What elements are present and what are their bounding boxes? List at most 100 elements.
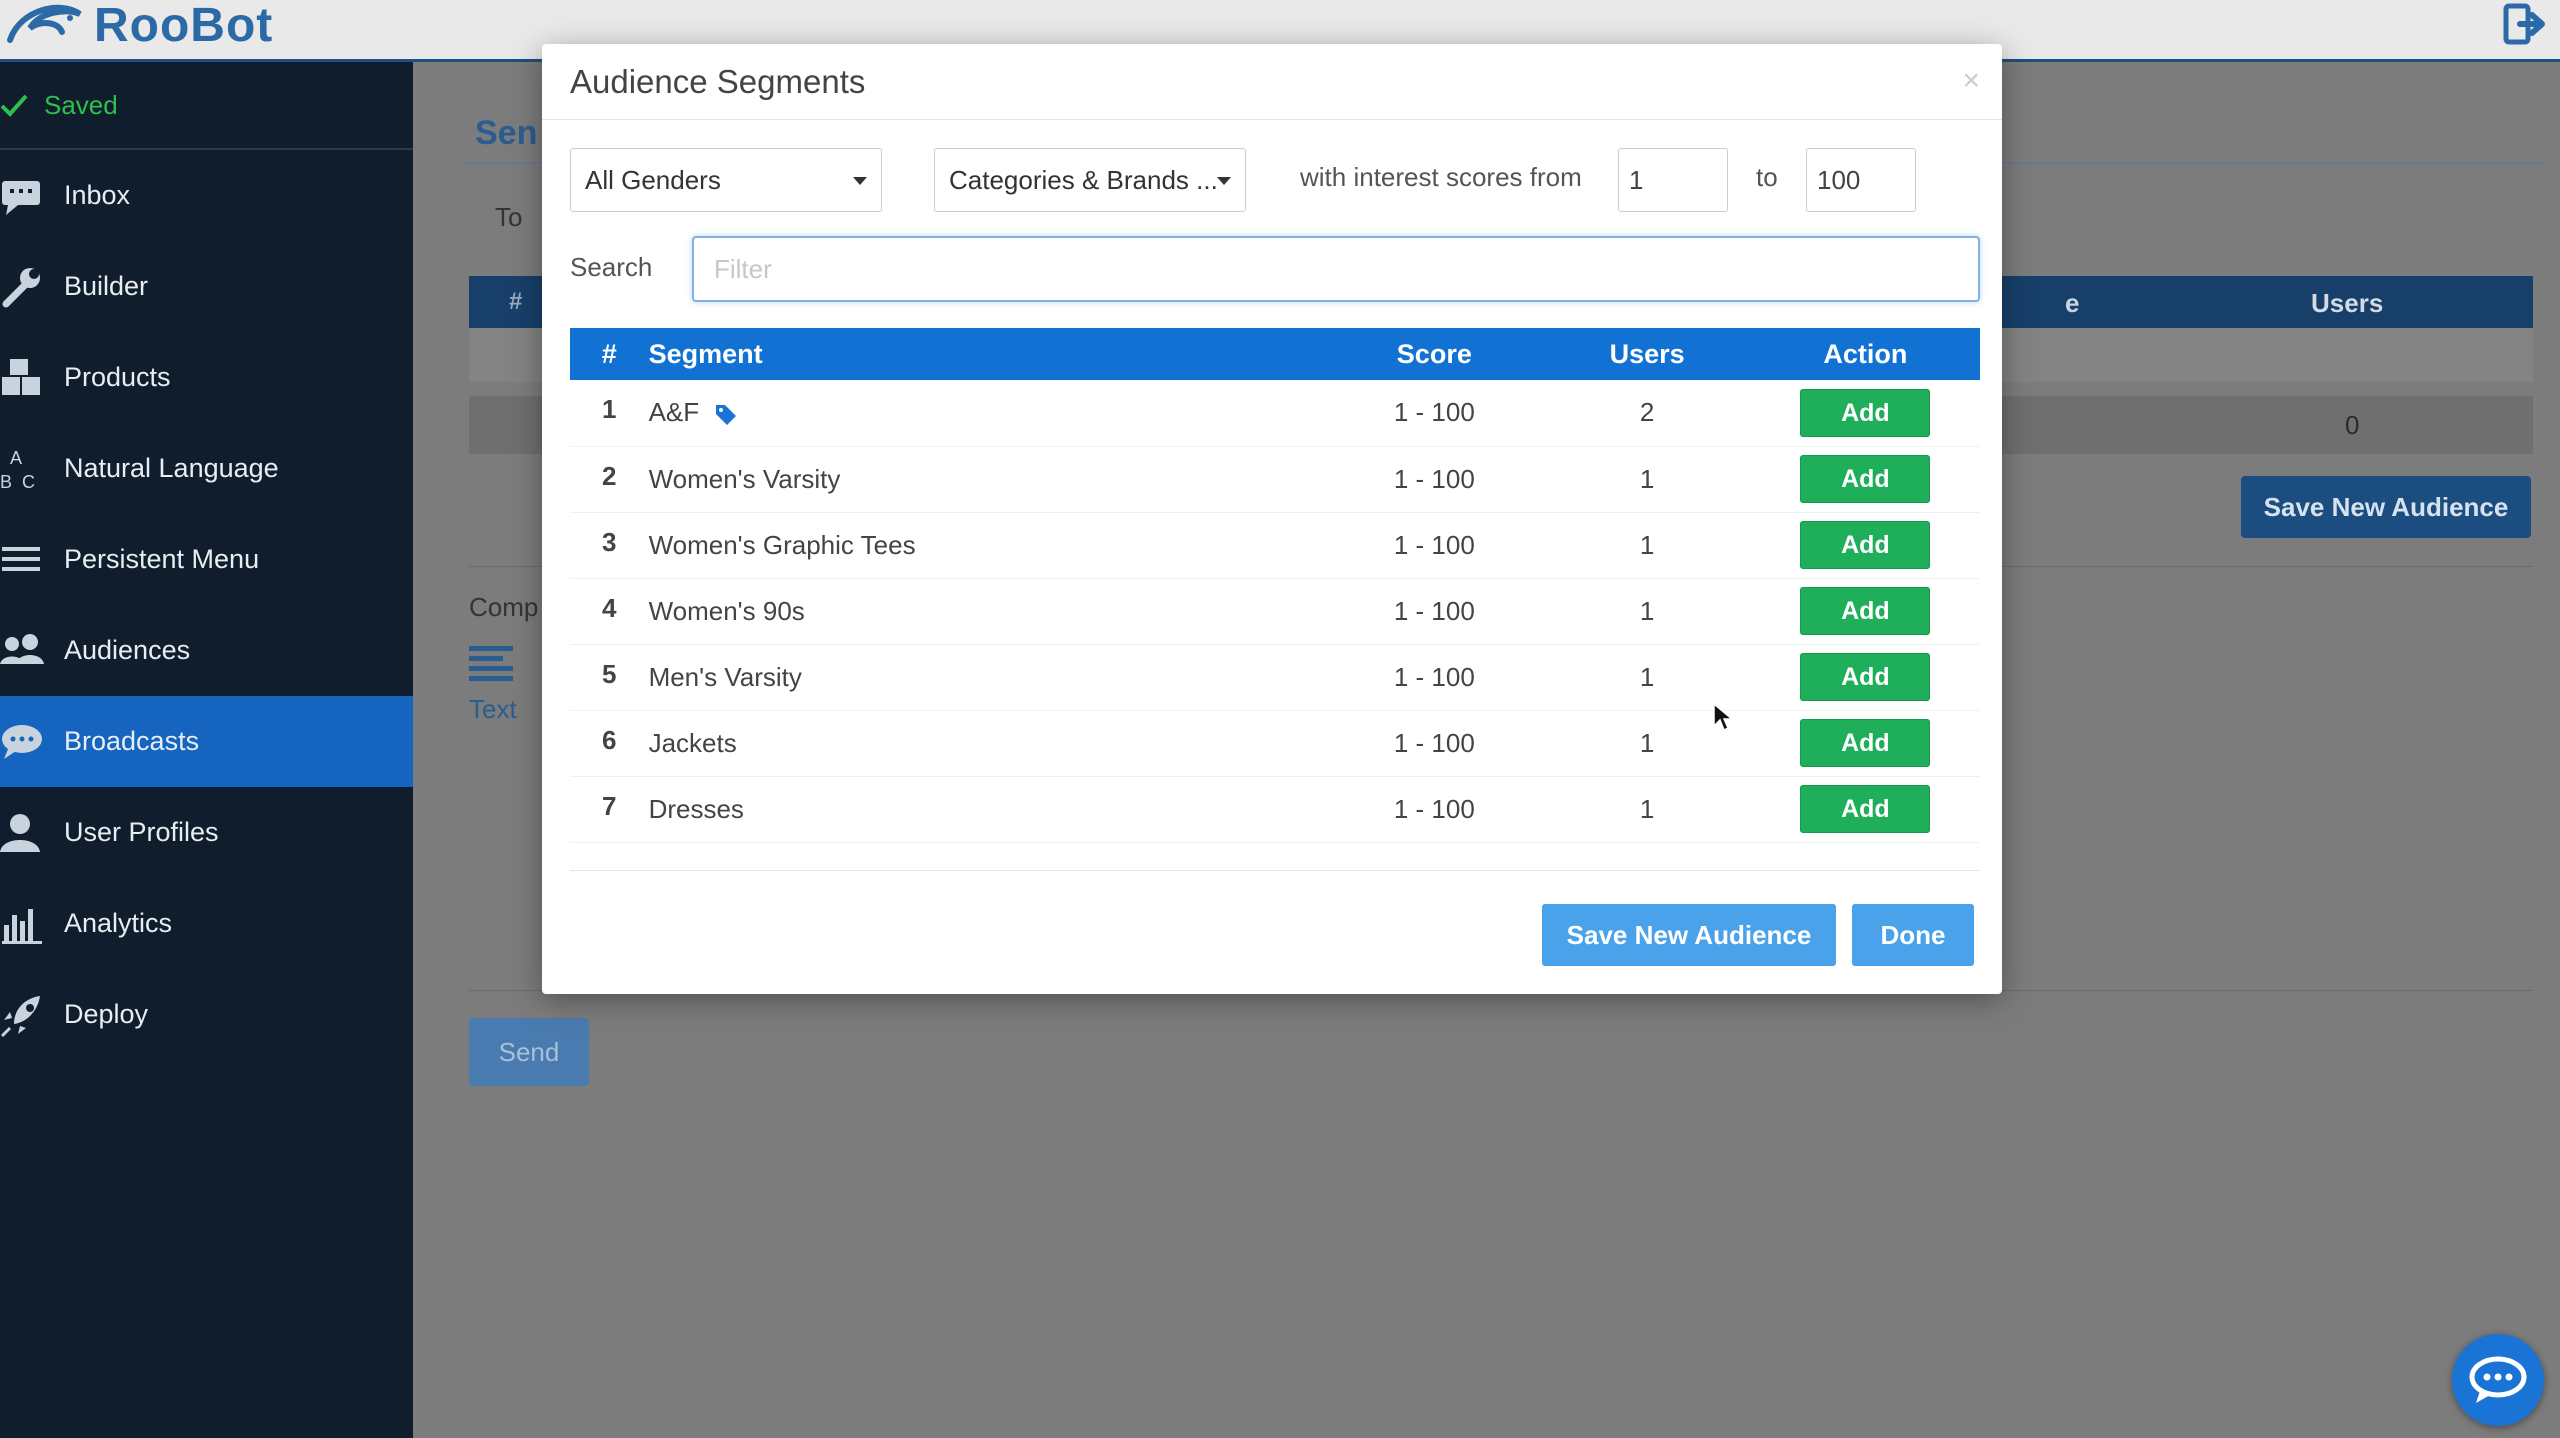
interest-label: with interest scores from	[1300, 162, 1582, 192]
sidebar: Saved Inbox Builder Products ABC Natural…	[0, 62, 413, 1438]
score-cell: 1 - 100	[1393, 529, 1475, 560]
gender-select[interactable]: All Genders	[570, 148, 882, 212]
score-cell: 1 - 100	[1393, 397, 1475, 428]
col-header-action: Action	[1823, 338, 1908, 369]
sidebar-item-label: Products	[64, 362, 171, 392]
bar-chart-icon	[0, 901, 46, 947]
table-row: 3 Women's Graphic Tees 1 - 100 1 Add	[570, 512, 1980, 578]
app-logo[interactable]: RooBot	[0, 0, 274, 52]
modal-header: Audience Segments ×	[542, 44, 2002, 120]
logout-icon[interactable]	[2502, 2, 2550, 46]
sidebar-item-label: Natural Language	[64, 453, 279, 483]
users-cell: 1	[1639, 661, 1655, 692]
chat-icon	[2469, 1356, 2527, 1403]
tag-icon	[716, 405, 737, 426]
send-button[interactable]: Send	[469, 1018, 589, 1086]
sidebar-item-user-profiles[interactable]: User Profiles	[0, 787, 413, 878]
segment-name: Women's Varsity	[648, 463, 841, 494]
col-header-users[interactable]: Users	[1543, 328, 1750, 380]
action-cell: Add	[1751, 512, 1980, 578]
menu-icon	[0, 537, 46, 583]
table-row: 4 Women's 90s 1 - 100 1 Add	[570, 578, 1980, 644]
table-row: 5 Men's Varsity 1 - 100 1 Add	[570, 644, 1980, 710]
save-new-audience-button[interactable]: Save New Audience	[1542, 904, 1836, 966]
table-row: 6 Jackets 1 - 100 1 Add	[570, 710, 1980, 776]
col-header-number: #	[601, 338, 617, 369]
compose-label: Comp	[469, 592, 539, 622]
score-from-input[interactable]	[1618, 148, 1728, 212]
chat-icon	[0, 719, 46, 765]
score-cell: 1 - 100	[1393, 595, 1475, 626]
save-new-audience-button[interactable]: Save New Audience	[2241, 476, 2531, 538]
add-segment-button[interactable]: Add	[1800, 455, 1931, 503]
category-select[interactable]: Categories & Brands ...	[934, 148, 1246, 212]
wrench-icon	[0, 264, 46, 310]
sidebar-item-audiences[interactable]: Audiences	[0, 605, 413, 696]
segment-name: Women's 90s	[648, 595, 805, 626]
close-icon[interactable]: ×	[1962, 64, 1980, 98]
score-to-input[interactable]	[1806, 148, 1916, 212]
sidebar-item-deploy[interactable]: Deploy	[0, 969, 413, 1060]
action-cell: Add	[1751, 710, 1980, 776]
text-align-icon[interactable]	[469, 644, 517, 682]
row-number: 4	[602, 592, 617, 623]
sidebar-item-label: Broadcasts	[64, 726, 200, 756]
score-cell: 1 - 100	[1393, 463, 1475, 494]
segment-cell: A&F	[649, 380, 1326, 446]
add-segment-button[interactable]: Add	[1800, 719, 1931, 767]
row-number: 6	[602, 724, 617, 755]
add-segment-button[interactable]: Add	[1800, 785, 1931, 833]
row-number: 1	[602, 394, 617, 424]
chat-widget-button[interactable]	[2452, 1334, 2544, 1426]
users-icon	[0, 628, 46, 674]
chevron-down-icon	[1217, 177, 1231, 185]
sidebar-item-builder[interactable]: Builder	[0, 241, 413, 332]
sidebar-item-label: Analytics	[64, 908, 173, 938]
svg-text:C: C	[22, 472, 35, 492]
segments-table: # Segment Score Users Action 1 A&F 1 - 1…	[570, 328, 1980, 843]
segment-name: A&F	[648, 397, 700, 428]
col-header-score[interactable]: Score	[1325, 328, 1543, 380]
gender-select-value: All Genders	[585, 164, 721, 195]
chevron-down-icon	[853, 177, 867, 185]
users-cell: 1	[1639, 529, 1655, 560]
svg-text:B: B	[0, 472, 12, 492]
users-cell: 1	[1639, 463, 1655, 494]
sidebar-item-label: Deploy	[64, 999, 149, 1029]
add-segment-button[interactable]: Add	[1800, 653, 1931, 701]
search-input[interactable]	[692, 236, 1980, 302]
sidebar-item-products[interactable]: Products	[0, 332, 413, 423]
add-segment-button[interactable]: Add	[1800, 521, 1931, 569]
col-header-segment[interactable]: Segment	[649, 328, 1326, 380]
score-header: e	[2065, 288, 2080, 318]
sidebar-item-analytics[interactable]: Analytics	[0, 878, 413, 969]
action-cell: Add	[1751, 644, 1980, 710]
svg-text:A: A	[10, 448, 22, 468]
sidebar-item-inbox[interactable]: Inbox	[0, 150, 413, 241]
sidebar-item-label: Persistent Menu	[64, 544, 260, 574]
saved-label: Saved	[44, 89, 118, 120]
text-option-label[interactable]: Text	[469, 694, 517, 725]
to-label: to	[1756, 162, 1778, 192]
table-row: 2 Women's Varsity 1 - 100 1 Add	[570, 446, 1980, 512]
to-label: To	[495, 202, 523, 232]
sidebar-item-persistent-menu[interactable]: Persistent Menu	[0, 514, 413, 605]
filter-bar: All Genders Categories & Brands ... with…	[570, 148, 1980, 212]
sidebar-item-label: Inbox	[64, 180, 131, 210]
sidebar-item-broadcasts[interactable]: Broadcasts	[0, 696, 413, 787]
done-button[interactable]: Done	[1852, 904, 1974, 966]
table-row: 7 Dresses 1 - 100 1 Add	[570, 776, 1980, 842]
segment-name: Jackets	[648, 727, 737, 758]
score-cell: 1 - 100	[1393, 793, 1475, 824]
app-name: RooBot	[94, 0, 274, 52]
users-cell: 2	[1639, 397, 1655, 428]
sidebar-item-label: User Profiles	[64, 817, 219, 847]
category-select-value: Categories & Brands ...	[949, 164, 1218, 195]
action-cell: Add	[1751, 776, 1980, 842]
sidebar-item-natural-language[interactable]: ABC Natural Language	[0, 423, 413, 514]
add-segment-button[interactable]: Add	[1800, 587, 1931, 635]
add-segment-button[interactable]: Add	[1800, 388, 1931, 437]
abc-icon: ABC	[0, 446, 46, 492]
row-number: 5	[602, 658, 617, 689]
hash-header: #	[509, 288, 523, 315]
